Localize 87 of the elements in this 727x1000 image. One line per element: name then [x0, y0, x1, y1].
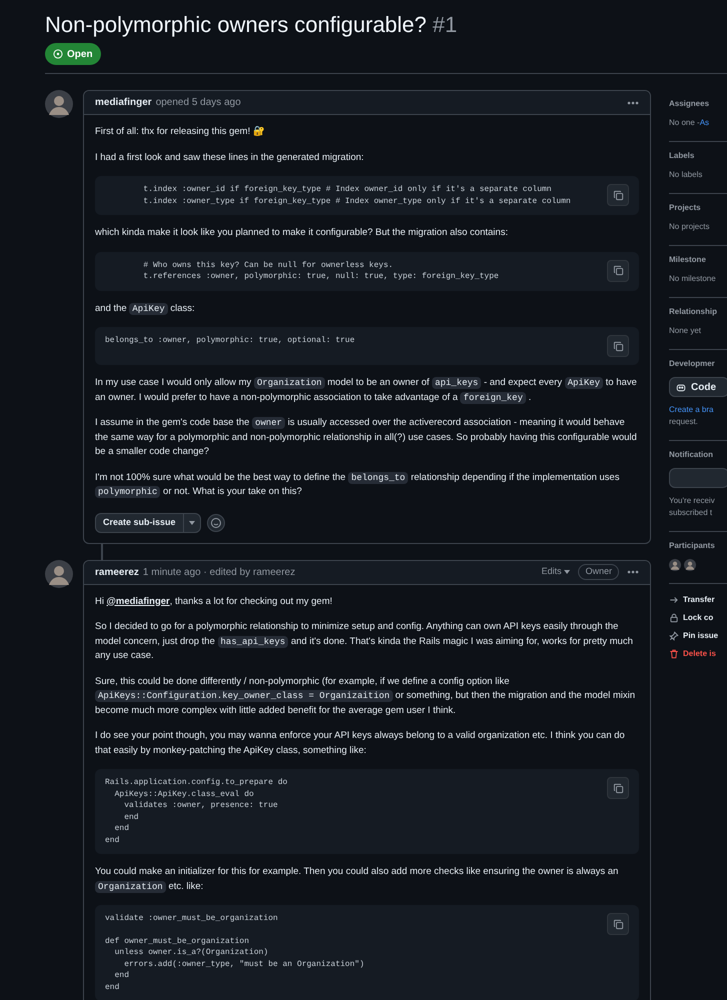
section-heading: Projects: [669, 202, 702, 214]
copy-icon: [612, 782, 624, 794]
caret-icon: [564, 570, 570, 574]
copilot-icon: [676, 382, 686, 392]
lock-icon: [669, 613, 679, 623]
comment-text: I had a first look and saw these lines in the generated migration:: [95, 150, 365, 164]
copy-icon: [612, 265, 624, 276]
caret-icon: [188, 520, 195, 524]
create-sub-issue-button[interactable]: Create sub-issue: [95, 512, 201, 532]
comment-text: and the ApiKey class:: [95, 302, 196, 316]
copy-button[interactable]: [607, 913, 629, 935]
inline-code: has_api_keys: [218, 636, 288, 648]
code-button[interactable]: Code: [669, 377, 727, 397]
trash-icon: [669, 649, 679, 659]
section-value: None yet: [669, 325, 702, 337]
comment-text: So I decided to go for a polymorphic relationship to minimize setup and config. Anything can own API keys easily through the model concern, just drop the has_api_keys and it's done. That's kinda the Rails magic I was aiming for, works for pretty much any use case.: [95, 620, 634, 663]
inline-code: ApiKey: [129, 302, 168, 314]
sidebar-action[interactable]: Transfer: [669, 594, 727, 606]
comment-text: In my use case I would only allow my Organization model to be an owner of api_keys - and expect every ApiKey to have an owner. I would prefer to have a non-polymorphic association to take advantage of a foreign_key .: [95, 376, 638, 405]
inline-code: ApiKey: [564, 377, 604, 389]
copy-button[interactable]: [607, 777, 629, 799]
comment-text: Hi @mediafinger, thanks a lot for checking out my gem!: [95, 594, 334, 608]
inline-code: Organization: [95, 880, 166, 892]
status-badge: Open: [45, 43, 101, 65]
comment-text: I assume in the gem's code base the owner is usually accessed over the activerecord association - meaning it would behave the same way for a polymorphic and non-polymorphic relationship in all(?) use cases. So probably having this configurable would be a smaller code change?: [95, 416, 638, 459]
code-text: belongs_to :owner, polymorphic: true, optional: true: [105, 335, 355, 346]
section-value: You're receiv: [669, 495, 716, 507]
copy-icon: [612, 190, 624, 200]
sidebar-action[interactable]: Delete is: [669, 648, 727, 660]
section-value: No one -: [669, 117, 700, 129]
inline-code: api_keys: [432, 377, 482, 389]
section-heading: Participants: [669, 540, 716, 552]
edits-dropdown[interactable]: Edits: [541, 565, 570, 579]
copy-button[interactable]: [607, 184, 629, 206]
comment-text: I'm not 100% sure what would be the best way to define the belongs_to relationship depending if the implementation uses polymorphic or not. What is your take on this?: [95, 470, 620, 500]
avatar: [45, 90, 73, 118]
code-text: Rails.application.config.to_prepare do ApiKeys::ApiKey.class_eval do validates :owner, presence: true end end end: [105, 777, 288, 846]
sidebar-action[interactable]: Pin issue: [669, 630, 727, 642]
sidebar-action[interactable]: Lock co: [669, 612, 727, 624]
copy-button[interactable]: [607, 260, 629, 282]
code-text: t.index :owner_id if foreign_key_type # Index owner_id only if it's a separate column t.index :owner_type if foreign_key_type # Index owner_type only if it's a separate column: [142, 184, 571, 207]
code-text: def owner_must_be_organization unless owner.is_a?(Organization) errors.add(:owner_type, "must be an Organization") end end: [105, 936, 364, 993]
section-heading: Assignees: [669, 98, 710, 110]
code-text: validate :owner_must_be_organization: [105, 913, 279, 924]
comment-text: Sure, this could be done differently / non-polymorphic (for example, if we define a config option like ApiKeys::Configuration.key_owner_class = Organizaition or something, but then the migration and the model mixin become much more complex with little added benefit for the average gem user I think.: [95, 674, 636, 718]
inline-code: Organization: [254, 377, 325, 389]
section-value: request.: [669, 416, 699, 428]
avatar: [684, 559, 696, 571]
mention-link[interactable]: @mediafinger: [106, 596, 170, 606]
inline-code: ApiKeys::Configuration.key_owner_class = Organizaition: [95, 690, 393, 702]
inline-code: belongs_to: [348, 472, 408, 484]
avatar: [45, 560, 73, 588]
more-icon[interactable]: [627, 100, 639, 104]
inline-code: owner: [252, 417, 286, 429]
author-link[interactable]: mediafinger: [95, 95, 152, 110]
comment-text: You could make an initializer for this for example. Then you could also add more checks like ensuring the owner is always an Organization etc. like:: [95, 865, 620, 894]
arrow-icon: [669, 595, 679, 605]
section-heading: Developmer: [669, 358, 716, 370]
section-heading: Milestone: [669, 254, 707, 266]
comment-text: which kinda make it look like you planned to make it configurable? But the migration also contains:: [95, 226, 509, 240]
inline-code: foreign_key: [460, 392, 526, 404]
copy-button[interactable]: [607, 335, 629, 357]
section-value: subscribed t: [669, 507, 714, 519]
section-value: No projects: [669, 221, 710, 233]
comment-text: I do see your point though, you may wanna enforce your API keys always belong to a valid organization etc. I think you can do that easily by monkey-patching the ApiKey class, something like:: [95, 729, 626, 758]
comment-meta: opened 5 days ago: [156, 96, 241, 110]
section-heading: Labels: [669, 150, 696, 162]
section-value: No milestone: [669, 273, 717, 285]
emoji-icon[interactable]: [206, 514, 225, 532]
copy-icon: [612, 340, 624, 352]
comment-meta: 1 minute ago · edited by rameerez: [142, 566, 296, 580]
code-text: # Who owns this key? Can be null for ownerless keys. t.references :owner, polymorphic: true, null: true, type: foreign_key_type: [142, 260, 499, 282]
comment-text: First of all: thx for releasing this gem! 🔐: [95, 125, 266, 139]
section-heading: Notification: [669, 449, 714, 461]
author-link[interactable]: rameerez: [95, 564, 139, 580]
pin-icon: [669, 631, 679, 641]
issue-title: Non-polymorphic owners configurable? #1: [45, 11, 458, 39]
section-value: No labels: [669, 169, 704, 181]
create-branch-link[interactable]: Create a bra: [669, 404, 727, 416]
avatar: [669, 559, 681, 571]
more-icon[interactable]: [627, 570, 639, 574]
inline-code: polymorphic: [95, 486, 160, 498]
copy-icon: [612, 918, 624, 930]
section-heading: Relationship: [669, 306, 718, 318]
role-label: Owner: [578, 564, 619, 580]
open-issue-icon: [53, 49, 63, 59]
assign-link[interactable]: As: [700, 117, 710, 129]
